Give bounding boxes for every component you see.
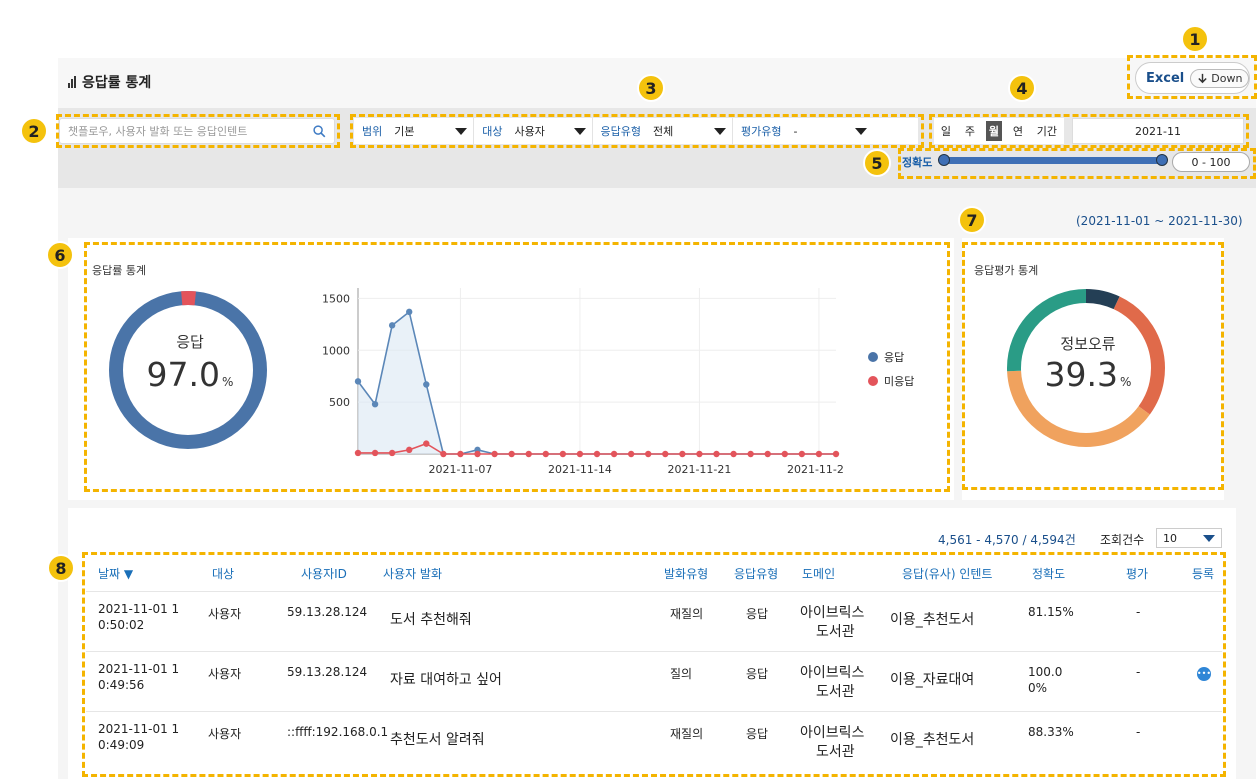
badge-6: 6 [46, 241, 74, 269]
badge-1: 1 [1181, 25, 1209, 53]
rows-per-page-value: 10 [1163, 531, 1177, 545]
badge-5: 5 [863, 149, 891, 177]
annotation-box-1 [1127, 55, 1257, 99]
badge-8: 8 [47, 554, 75, 582]
page: 응답률 통계 Excel Down 챗플로우, 사용자 발화 또는 응답인텐트 … [0, 0, 1260, 779]
badge-3: 3 [637, 74, 665, 102]
table-count: 4,561 - 4,570 / 4,594건 [938, 533, 1076, 547]
badge-2: 2 [20, 117, 48, 145]
annotation-box-7 [962, 242, 1224, 490]
page-title-text: 응답률 통계 [82, 75, 152, 91]
chevron-down-icon [1203, 534, 1215, 542]
page-title: 응답률 통계 [68, 72, 151, 92]
rows-per-page-select[interactable]: 10 [1156, 528, 1222, 548]
annotation-box-3 [350, 114, 924, 148]
badge-7: 7 [958, 206, 986, 234]
date-range-text: (2021-11-01 ~ 2021-11-30) [1076, 214, 1243, 228]
annotation-box-2 [56, 114, 340, 148]
annotation-box-4 [929, 114, 1249, 148]
annotation-box-6 [84, 242, 950, 492]
badge-4: 4 [1008, 74, 1036, 102]
annotation-box-8 [82, 552, 1226, 777]
annotation-box-5 [898, 148, 1256, 179]
bar-chart-icon [68, 76, 76, 88]
rows-per-page-label: 조회건수 [1100, 533, 1145, 547]
